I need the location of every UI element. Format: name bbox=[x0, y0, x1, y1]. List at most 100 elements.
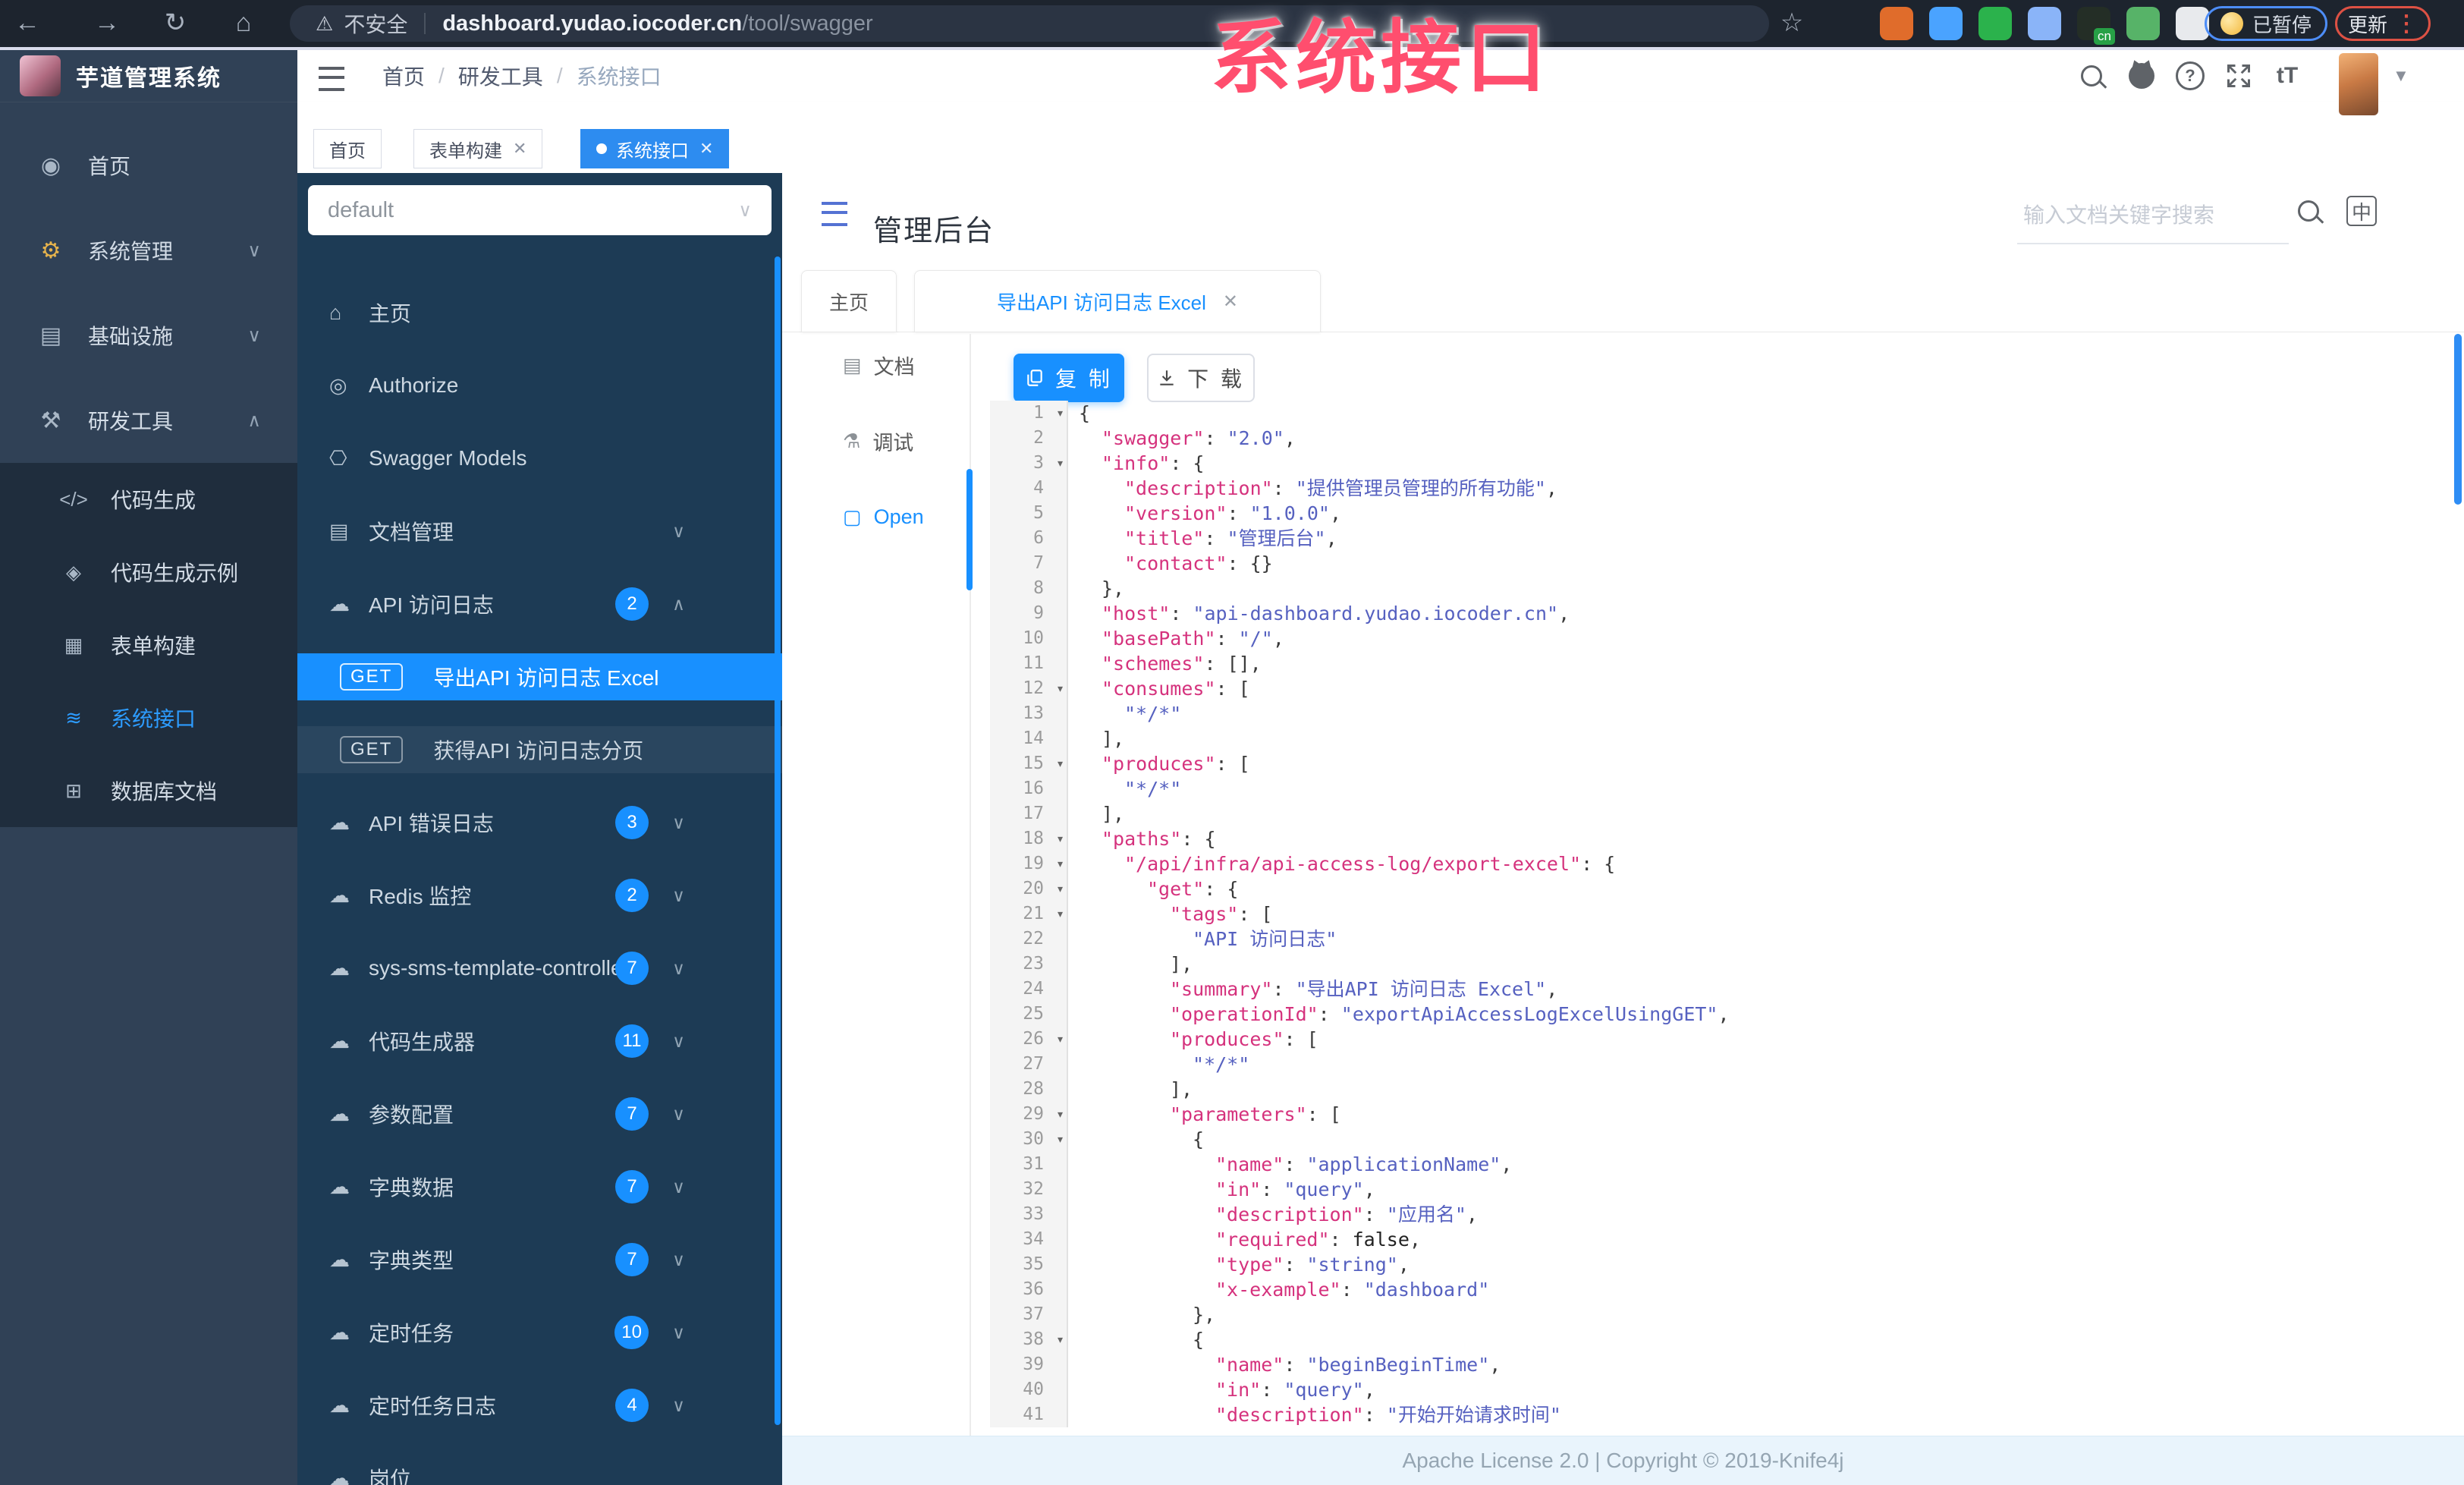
mini-nav-调试[interactable]: ⚗ 调试 bbox=[782, 403, 970, 479]
extension-icon-1[interactable] bbox=[1880, 7, 1913, 40]
doc-collapse-icon[interactable] bbox=[822, 202, 847, 230]
swagger-group[interactable]: ☁ API 错误日志 3 ∨ bbox=[297, 786, 782, 859]
github-icon[interactable] bbox=[2120, 50, 2163, 102]
doc-search-input[interactable]: 输入文档关键字搜索 bbox=[2023, 199, 2214, 229]
close-tag-icon[interactable]: ✕ bbox=[513, 139, 526, 159]
sidebar-item[interactable]: ▦ 表单构建 bbox=[0, 609, 297, 681]
header-search-icon[interactable] bbox=[2070, 50, 2113, 102]
breadcrumb-item[interactable]: 首页 bbox=[382, 61, 425, 91]
doc-tab[interactable]: 导出API 访问日志 Excel ✕ bbox=[914, 270, 1321, 332]
code-editor[interactable]: 1 ▾{2 "swagger": "2.0", 3 ▾ "info": {4 "descri… bbox=[990, 401, 2371, 1436]
fold-icon[interactable]: ▾ bbox=[1056, 1102, 1064, 1127]
close-tab-icon[interactable]: ✕ bbox=[1223, 291, 1238, 313]
extension-icon-4[interactable] bbox=[2028, 7, 2061, 40]
tag-item[interactable]: 首页 bbox=[313, 129, 382, 168]
screen: ← → ↻ ⌂ ⚠ 不安全 dashboard.yudao.iocoder.cn… bbox=[0, 0, 2464, 1485]
fold-icon[interactable]: ▾ bbox=[1056, 401, 1064, 426]
fold-icon[interactable]: ▾ bbox=[1056, 751, 1064, 776]
bookmark-star-icon[interactable]: ☆ bbox=[1772, 0, 1812, 47]
extension-icon-2[interactable] bbox=[1929, 7, 1963, 40]
code-text: "host": "api-dashboard.yudao.iocoder.cn"… bbox=[1068, 601, 1570, 626]
operation-row[interactable]: GET 获得API 访问日志分页 bbox=[297, 726, 782, 773]
fold-icon[interactable]: ▾ bbox=[1056, 1327, 1064, 1352]
swagger-group[interactable]: ☁ sys-sms-template-controller 7 ∨ bbox=[297, 932, 782, 1005]
fold-icon[interactable]: ▾ bbox=[1056, 826, 1064, 851]
user-menu-caret-icon[interactable]: ▼ bbox=[2393, 50, 2409, 102]
sidebar-item[interactable]: ◈ 代码生成示例 bbox=[0, 536, 297, 609]
chevron-up-icon: ∧ bbox=[247, 410, 261, 431]
reload-icon[interactable]: ↻ bbox=[156, 0, 195, 47]
tag-active[interactable]: 系统接口 ✕ bbox=[580, 129, 730, 168]
fold-icon[interactable]: ▾ bbox=[1056, 851, 1064, 876]
swagger-group-label: 字典数据 bbox=[369, 1176, 454, 1200]
back-icon[interactable]: ← bbox=[8, 0, 47, 47]
sidebar-item[interactable]: ▤ 基础设施 ∨ bbox=[0, 293, 297, 378]
breadcrumb-item[interactable]: 研发工具 bbox=[458, 61, 543, 91]
swagger-group[interactable]: ☁ 参数配置 7 ∨ bbox=[297, 1078, 782, 1150]
mini-nav-文档[interactable]: ▤ 文档 bbox=[782, 327, 970, 403]
swagger-group[interactable]: ☁ 定时任务日志 4 ∨ bbox=[297, 1369, 782, 1442]
update-browser-button[interactable]: 更新 ⋮ bbox=[2335, 6, 2431, 41]
doc-tab[interactable]: 主页 bbox=[801, 270, 897, 332]
sidebar-item[interactable]: </> 代码生成 bbox=[0, 463, 297, 536]
swagger-group[interactable]: ⌂ 主页 bbox=[297, 276, 782, 349]
swagger-operation[interactable]: GET 导出API 访问日志 Excel bbox=[297, 640, 782, 713]
fold-icon[interactable]: ▾ bbox=[1056, 451, 1064, 476]
mini-nav-label: Open bbox=[873, 505, 924, 528]
swagger-group[interactable]: ☁ 字典类型 7 ∨ bbox=[297, 1223, 782, 1296]
home-icon[interactable]: ⌂ bbox=[224, 0, 263, 47]
group-select[interactable]: default ∨ bbox=[308, 185, 772, 235]
extension-icon-5[interactable]: cn bbox=[2077, 7, 2115, 45]
token: : [ bbox=[1238, 903, 1273, 925]
code-text: "title": "管理后台", bbox=[1068, 526, 1337, 551]
sidebar-item[interactable]: ⊞ 数据库文档 bbox=[0, 754, 297, 827]
token: : bbox=[1272, 978, 1296, 1000]
operation-row[interactable]: GET 导出API 访问日志 Excel bbox=[297, 653, 782, 700]
download-button[interactable]: 下 载 bbox=[1147, 354, 1255, 402]
example-icon: ◈ bbox=[66, 560, 81, 584]
help-icon[interactable]: ? bbox=[2169, 50, 2211, 102]
extension-icon-3[interactable] bbox=[1978, 7, 2012, 40]
sidebar-item[interactable]: ⚙ 系统管理 ∨ bbox=[0, 208, 297, 293]
text-size-icon[interactable]: tT bbox=[2266, 50, 2308, 102]
sidebar-item[interactable]: ⚒ 研发工具 ∧ bbox=[0, 378, 297, 463]
swagger-group[interactable]: ☁ API 访问日志 2 ∧ bbox=[297, 568, 782, 640]
swagger-group[interactable]: ◎ Authorize bbox=[297, 349, 782, 422]
extension-icon-6[interactable] bbox=[2126, 7, 2160, 40]
paused-extension-button[interactable]: 已暂停 bbox=[2205, 6, 2328, 41]
swagger-group[interactable]: ☁ 定时任务 10 ∨ bbox=[297, 1296, 782, 1369]
swagger-group[interactable]: ▤ 文档管理 ∨ bbox=[297, 495, 782, 568]
swagger-sidebar-scrollbar[interactable] bbox=[775, 256, 781, 1425]
forward-icon[interactable]: → bbox=[87, 0, 127, 47]
swagger-group[interactable]: ☁ 字典数据 7 ∨ bbox=[297, 1150, 782, 1223]
token: , bbox=[1546, 978, 1558, 1000]
mini-nav-open[interactable]: ▢ Open bbox=[782, 479, 970, 555]
swagger-group[interactable]: ⎔ Swagger Models bbox=[297, 422, 782, 495]
cloud-icon: ☁ bbox=[329, 883, 350, 907]
fold-icon[interactable]: ▾ bbox=[1056, 901, 1064, 927]
fullscreen-icon[interactable] bbox=[2217, 50, 2260, 102]
logo-row[interactable]: 芋道管理系统 bbox=[0, 50, 297, 102]
fold-icon[interactable]: ▾ bbox=[1056, 1127, 1064, 1152]
sidebar-item[interactable]: ◉ 首页 bbox=[0, 123, 297, 208]
code-text: ], bbox=[1068, 726, 1124, 751]
swagger-group[interactable]: ☁ Redis 监控 2 ∨ bbox=[297, 859, 782, 932]
fold-icon[interactable]: ▾ bbox=[1056, 676, 1064, 701]
tag-label: 首页 bbox=[329, 140, 366, 162]
swagger-group[interactable]: ☁ 代码生成器 11 ∨ bbox=[297, 1005, 782, 1078]
avatar[interactable] bbox=[2339, 53, 2378, 115]
page-scrollbar[interactable] bbox=[2454, 334, 2462, 505]
swagger-group[interactable]: ☁ 岗位 bbox=[297, 1442, 782, 1485]
sidebar-item[interactable]: ≋ 系统接口 bbox=[0, 681, 297, 754]
mini-nav-scrollbar[interactable] bbox=[966, 469, 973, 590]
swagger-operation[interactable]: GET 获得API 访问日志分页 bbox=[297, 713, 782, 786]
fold-icon[interactable]: ▾ bbox=[1056, 876, 1064, 901]
copy-button[interactable]: 复 制 bbox=[1014, 354, 1124, 402]
language-toggle[interactable]: 中 bbox=[2346, 196, 2377, 226]
collapse-sidebar-icon[interactable] bbox=[319, 67, 344, 95]
doc-search-icon[interactable] bbox=[2298, 200, 2319, 225]
browser-menu-icon[interactable]: ⋮ bbox=[2395, 11, 2418, 37]
tag-item[interactable]: 表单构建 ✕ bbox=[413, 129, 543, 168]
close-tag-icon[interactable]: ✕ bbox=[699, 139, 713, 159]
fold-icon[interactable]: ▾ bbox=[1056, 1027, 1064, 1052]
